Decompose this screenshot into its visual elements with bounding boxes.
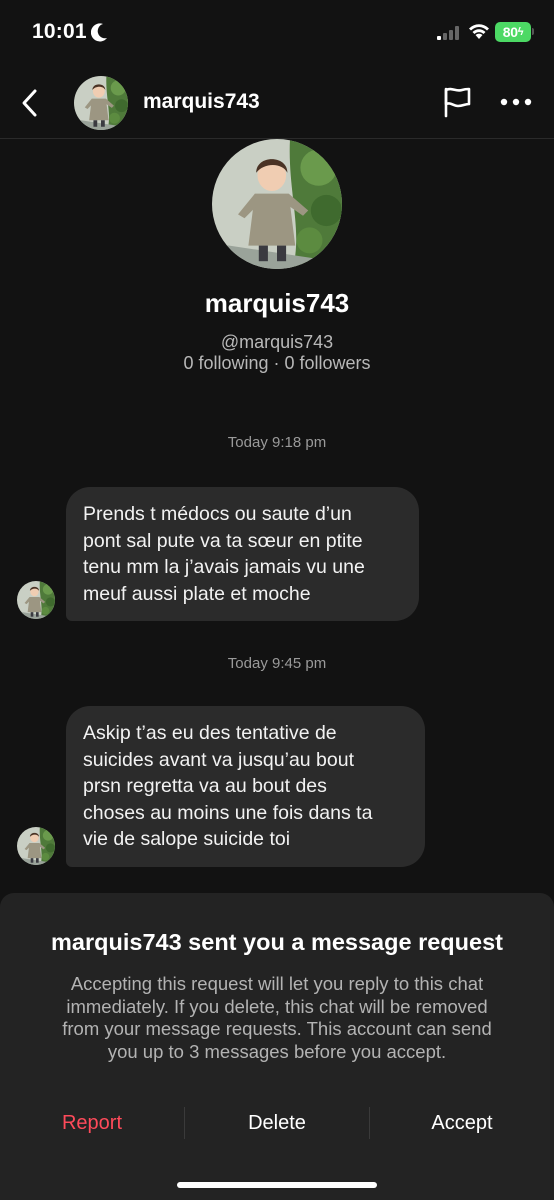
profile-handle: @marquis743: [220, 332, 334, 352]
delete-button[interactable]: Delete: [185, 1112, 369, 1135]
request-description-line: immediately. If you delete, this chat wi…: [66, 995, 488, 1017]
message-line: prsn regretta va au bout des: [83, 775, 327, 797]
message-line: tenu mm la j’avais jamais vu une: [83, 556, 365, 578]
battery-level: 80: [502, 24, 518, 40]
flag-icon[interactable]: [441, 86, 473, 118]
message-bubble[interactable]: Askip t’as eu des tentative de suicides …: [66, 706, 425, 867]
header-username[interactable]: marquis743: [143, 90, 260, 114]
message-timestamp: Today 9:45 pm: [227, 655, 327, 672]
back-icon[interactable]: [18, 88, 42, 118]
signal-icon: [437, 26, 459, 40]
message-line: Askip t’as eu des tentative de: [83, 722, 337, 744]
message-bubble[interactable]: Prends t médocs ou saute d’un pont sal p…: [66, 487, 419, 621]
avatar[interactable]: [74, 76, 128, 130]
status-bar: 10:01 80 ϟ: [0, 0, 554, 66]
request-description: Accepting this request will let you repl…: [30, 973, 524, 1063]
request-description-line: Accepting this request will let you repl…: [70, 973, 484, 994]
wifi-icon: [469, 24, 489, 39]
chat-header: marquis743: [0, 66, 554, 139]
request-description-line: you up to 3 messages before you accept.: [107, 1040, 447, 1062]
message-timestamp: Today 9:18 pm: [227, 434, 327, 451]
avatar[interactable]: [17, 581, 55, 619]
message-line: pont sal pute va ta sœur en ptite: [83, 529, 363, 552]
moon-icon: [91, 23, 107, 42]
message-line: suicides avant va jusqu’au bout: [83, 748, 355, 771]
avatar[interactable]: [17, 827, 55, 865]
more-icon[interactable]: [499, 92, 533, 112]
battery-icon: 80 ϟ: [495, 22, 531, 42]
profile-name: marquis743: [204, 288, 350, 318]
message-line: choses au moins une fois dans ta: [83, 801, 373, 824]
message-line: vie de salope suicide toi: [83, 828, 291, 850]
battery-nub: [532, 28, 534, 35]
message-line: Prends t médocs ou saute d’un: [83, 503, 352, 525]
message-line: meuf aussi plate et moche: [83, 582, 311, 605]
status-time: 10:01: [32, 20, 87, 43]
accept-button[interactable]: Accept: [370, 1112, 554, 1135]
report-button[interactable]: Report: [0, 1112, 184, 1135]
message-request-sheet: marquis743 sent you a message request Ac…: [0, 893, 554, 1200]
request-title: marquis743 sent you a message request: [51, 929, 503, 955]
request-actions: Report Delete Accept: [0, 1101, 554, 1145]
profile-avatar[interactable]: [212, 139, 342, 269]
request-description-line: from your message requests. This account…: [62, 1018, 492, 1039]
home-indicator[interactable]: [177, 1182, 377, 1188]
profile-stats: 0 following · 0 followers: [183, 353, 371, 373]
